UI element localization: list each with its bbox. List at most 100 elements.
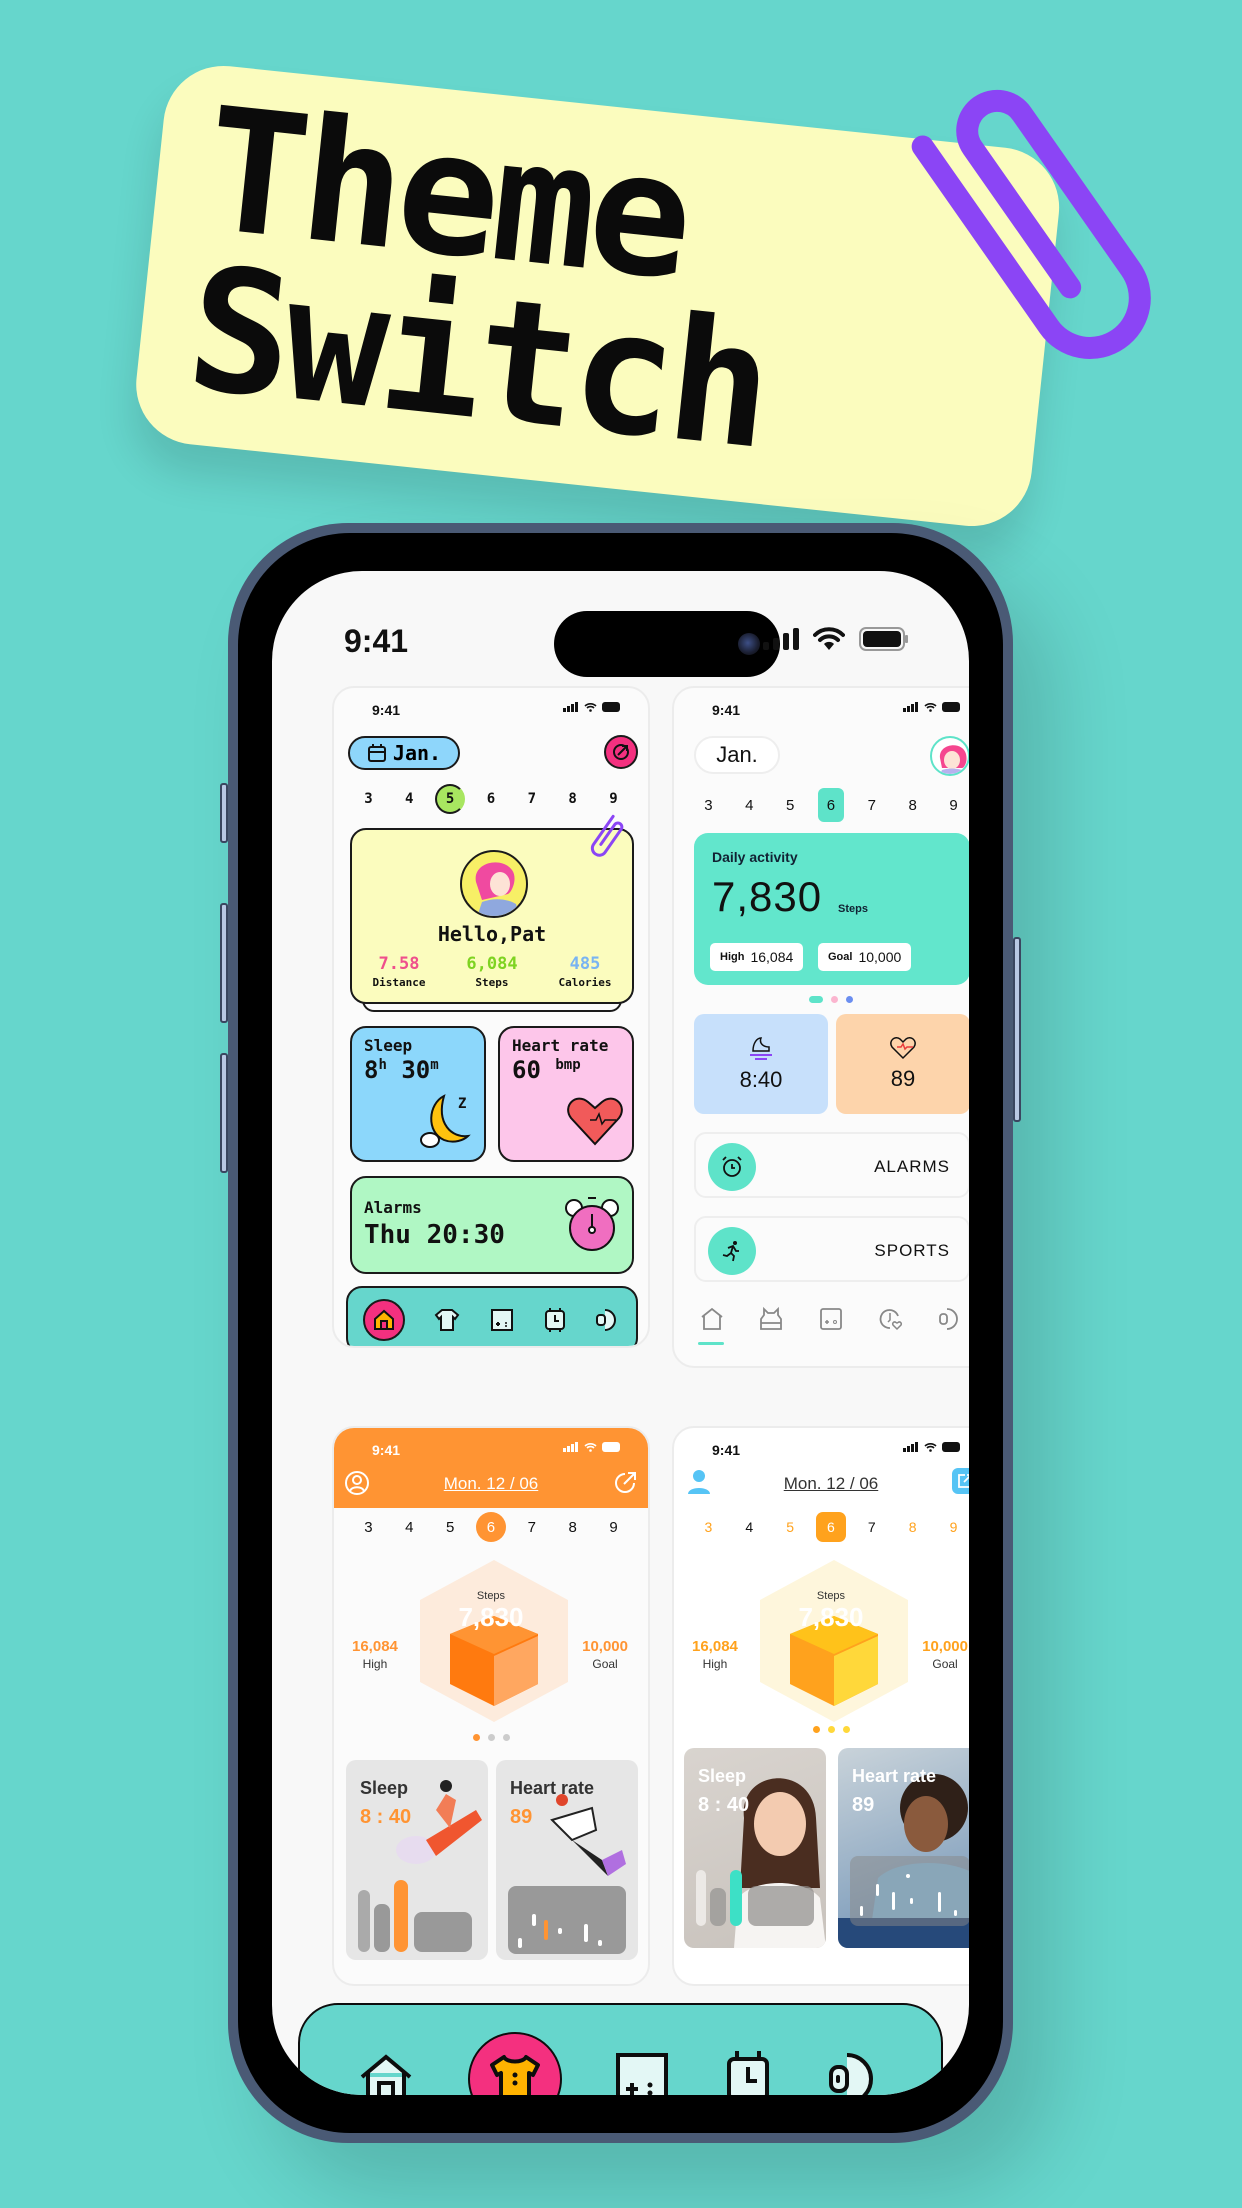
edit-button[interactable] (604, 735, 638, 769)
heart-rate-card[interactable]: Heart rate 89 (496, 1760, 638, 1960)
home-icon[interactable] (699, 1306, 725, 1332)
wifi-icon (584, 1443, 597, 1452)
day-8[interactable]: 8 (558, 784, 588, 814)
earbud-icon[interactable] (825, 2049, 885, 2095)
watch-heart-icon[interactable] (878, 1306, 904, 1332)
day-7[interactable]: 7 (857, 1512, 887, 1542)
greeting: Hello,Pat (437, 922, 547, 946)
day-6-selected[interactable]: 6 (817, 788, 844, 822)
month-selector[interactable]: Jan. (694, 736, 780, 774)
day-4[interactable]: 4 (736, 788, 762, 822)
nav-shirt-selected[interactable] (468, 2032, 563, 2095)
goal-chip: Goal 10,000 (818, 943, 912, 971)
dot-active[interactable] (472, 1734, 480, 1741)
day-5-selected[interactable]: 5 (435, 784, 466, 814)
goal-stat: 10,000 Goal (582, 1638, 628, 1671)
sleep-value: 8h 30m (364, 1056, 439, 1084)
mini-status-time: 9:41 (372, 702, 401, 718)
alarm-card[interactable]: Alarms Thu 20:30 (350, 1176, 634, 1274)
theme-preview-orange[interactable]: 9:41 Mon. 12 / 06 3 4 5 6 7 8 9 Steps 7,… (332, 1426, 650, 1986)
day-6[interactable]: 6 (476, 784, 506, 814)
export-button[interactable] (952, 1468, 969, 1494)
high-stat: 16,084 High (352, 1638, 398, 1671)
day-8[interactable]: 8 (900, 788, 926, 822)
dot[interactable] (842, 1726, 850, 1733)
day-3[interactable]: 3 (695, 788, 721, 822)
daily-activity-label: Daily activity (712, 849, 798, 865)
mint-nav-bar (682, 1306, 969, 1345)
day-8[interactable]: 8 (558, 1512, 588, 1542)
sports-row[interactable]: SPORTS (694, 1216, 969, 1282)
alarms-row[interactable]: ALARMS (694, 1132, 969, 1198)
day-4[interactable]: 4 (734, 1512, 764, 1542)
steps-widget[interactable]: Steps 7,830 16,084 High 10,000 Goal (674, 1556, 969, 1726)
game-icon[interactable] (614, 2051, 670, 2095)
avatar[interactable] (930, 736, 969, 776)
export-icon[interactable] (612, 1470, 638, 1496)
dot[interactable] (487, 1734, 495, 1741)
heart-rate-photo-card[interactable]: Heart rate 89 (838, 1748, 969, 1948)
day-7[interactable]: 7 (517, 1512, 547, 1542)
day-6-selected[interactable]: 6 (475, 1512, 506, 1542)
dot[interactable] (846, 996, 853, 1003)
shirt-icon[interactable] (434, 1308, 460, 1332)
heart-icon (567, 1097, 623, 1146)
sleep-tile[interactable]: 8:40 (694, 1014, 828, 1114)
sleep-card[interactable]: Sleep 8 : 40 (346, 1760, 488, 1960)
action-button (220, 783, 228, 843)
dot-active[interactable] (812, 1726, 820, 1733)
watch-icon[interactable] (723, 2049, 773, 2095)
day-3[interactable]: 3 (353, 784, 383, 814)
dot[interactable] (827, 1726, 835, 1733)
theme-preview-retro[interactable]: 9:41 Jan. 3 4 5 6 7 8 9 Hello,Pat 7.58 D… (332, 686, 650, 1348)
day-8[interactable]: 8 (898, 1512, 928, 1542)
shirt-icon (490, 2055, 541, 2095)
mini-status-time: 9:41 (372, 1442, 401, 1458)
heart-rate-card[interactable]: Heart rate 60 bmp (498, 1026, 634, 1162)
high-chip: High 16,084 (710, 943, 804, 971)
day-9[interactable]: 9 (938, 1512, 968, 1542)
steps-label: Steps (476, 1590, 506, 1602)
heart-tile[interactable]: 89 (836, 1014, 969, 1114)
day-6-selected[interactable]: 6 (815, 1512, 846, 1542)
dot[interactable] (502, 1734, 510, 1741)
high-stat: 16,084 High (692, 1638, 738, 1671)
day-5[interactable]: 5 (777, 788, 803, 822)
dot-active[interactable] (809, 996, 823, 1003)
day-9[interactable]: 9 (598, 1512, 628, 1542)
dot[interactable] (831, 996, 838, 1003)
day-9[interactable]: 9 (940, 788, 966, 822)
day-7[interactable]: 7 (517, 784, 547, 814)
earbud-icon[interactable] (595, 1307, 621, 1333)
earbud-icon[interactable] (937, 1306, 963, 1332)
day-5[interactable]: 5 (435, 1512, 465, 1542)
export-icon (958, 1474, 969, 1488)
sleep-photo-card[interactable]: Sleep 8 : 40 (684, 1748, 826, 1948)
sleep-card[interactable]: Sleep 8h 30m Z (350, 1026, 486, 1162)
theme-preview-mint[interactable]: 9:41 Jan. 3 4 5 6 7 8 9 Daily activity 7… (672, 686, 969, 1368)
steps-value: 7,830 (712, 873, 823, 920)
retro-nav-bar (346, 1286, 638, 1346)
date-label[interactable]: Mon. 12 / 06 (334, 1474, 648, 1494)
day-4[interactable]: 4 (394, 784, 424, 814)
daily-activity-card[interactable]: Daily activity 7,830 Steps High 16,084 Go… (694, 833, 969, 985)
sleep-title: Sleep (698, 1766, 747, 1786)
mini-status-bar: 9:41 (334, 688, 648, 724)
steps-widget[interactable]: Steps 7,830 16,084 High 10,000 Goal (334, 1556, 648, 1726)
date-label[interactable]: Mon. 12 / 06 (674, 1474, 969, 1494)
vest-icon[interactable] (758, 1306, 784, 1332)
theme-preview-yellow[interactable]: 9:41 Mon. 12 / 06 3 4 5 6 7 8 9 Steps 7,… (672, 1426, 969, 1986)
nav-home[interactable] (362, 1299, 405, 1341)
game-icon[interactable] (818, 1306, 844, 1332)
volume-up-button (220, 903, 228, 1023)
day-3[interactable]: 3 (353, 1512, 383, 1542)
day-3[interactable]: 3 (693, 1512, 723, 1542)
watch-icon[interactable] (544, 1307, 566, 1333)
home-icon[interactable] (356, 2049, 416, 2095)
month-selector[interactable]: Jan. (348, 736, 460, 770)
day-4[interactable]: 4 (394, 1512, 424, 1542)
day-7[interactable]: 7 (859, 788, 885, 822)
day-5[interactable]: 5 (775, 1512, 805, 1542)
day-9[interactable]: 9 (598, 784, 628, 814)
game-icon[interactable] (490, 1308, 514, 1332)
